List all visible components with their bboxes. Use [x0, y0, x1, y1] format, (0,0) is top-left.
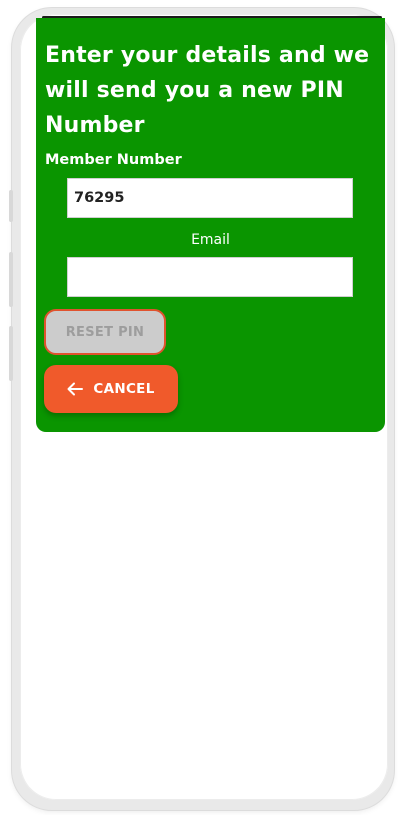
email-label: Email [191, 232, 230, 248]
page-title: Enter your details and we will send you … [45, 43, 370, 138]
side-button-volume-down [9, 326, 13, 381]
reset-pin-card: Enter your details and we will send you … [36, 18, 385, 432]
member-number-label: Member Number [45, 152, 182, 168]
member-number-field[interactable] [67, 178, 353, 218]
reset-pin-button[interactable]: RESET PIN [44, 309, 166, 355]
side-button-volume-up [9, 252, 13, 307]
arrow-left-icon [67, 382, 84, 396]
reset-pin-button-label: RESET PIN [65, 324, 145, 340]
cancel-button[interactable]: CANCEL [44, 365, 178, 413]
cancel-button-label: CANCEL [93, 381, 155, 397]
email-field[interactable] [67, 257, 353, 297]
side-button-top [9, 190, 13, 222]
